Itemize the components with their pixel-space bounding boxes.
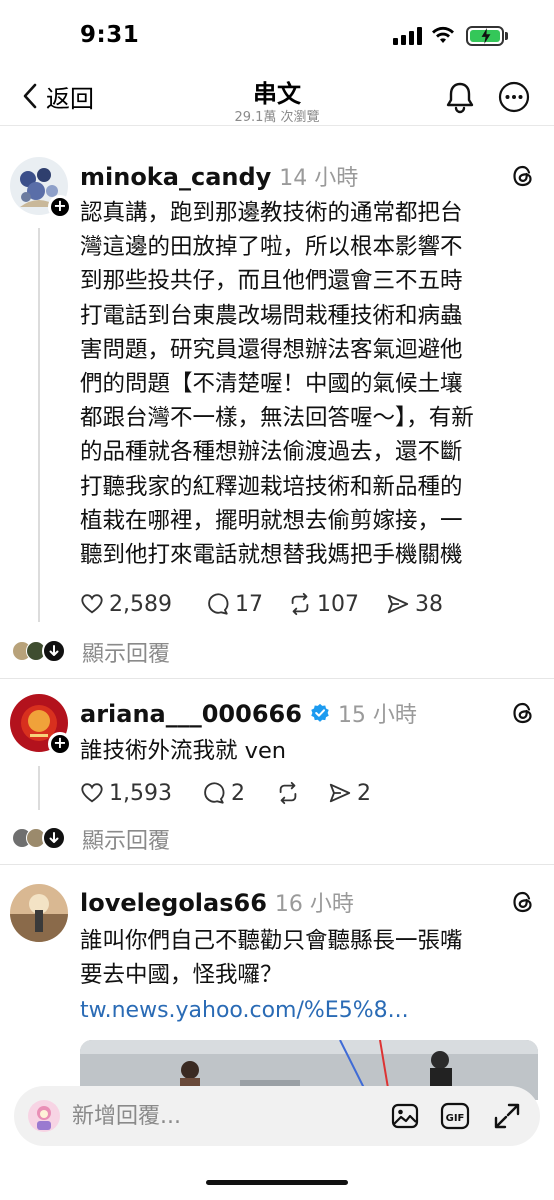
post-line: 的品種就各種想辦法偷渡過去，還不斷 <box>80 439 463 466</box>
show-replies-button[interactable]: 顯示回覆 <box>12 823 170 854</box>
repost-icon <box>279 781 297 805</box>
status-time: 9:31 <box>80 22 140 48</box>
svg-text:GIF: GIF <box>446 1113 465 1124</box>
notifications-button[interactable] <box>443 80 477 118</box>
share-button[interactable]: 2 <box>328 781 371 806</box>
show-replies-button[interactable]: 顯示回覆 <box>12 636 170 667</box>
like-count: 1,593 <box>109 780 172 806</box>
thread-header: 返回 串文 29.1萬 次瀏覽 <box>0 72 554 126</box>
post-header: ariana___000666 15 小時 <box>80 697 417 729</box>
share-count: 38 <box>415 591 443 617</box>
send-icon <box>387 594 409 614</box>
show-replies-label: 顯示回覆 <box>82 829 171 854</box>
post-line: 植栽在哪裡，擺明就想去偷剪嫁接，一 <box>80 507 463 534</box>
post-line: 要去中國，怪我囉？ <box>80 962 283 989</box>
share-button[interactable]: 38 <box>386 592 443 617</box>
article-link[interactable]: tw.news.yahoo.com/%E5%8... <box>80 998 409 1023</box>
avatar-container <box>10 884 68 942</box>
reply-avatars <box>12 639 68 663</box>
divider <box>0 678 554 679</box>
post-line: 誰叫你們自己不聽勸只會聽縣長一張嘴 <box>80 928 463 954</box>
post-time: 14 小時 <box>279 166 359 191</box>
username[interactable]: lovelegolas66 <box>80 889 267 917</box>
bell-icon <box>446 82 474 114</box>
avatar[interactable] <box>10 884 68 942</box>
like-count: 2,589 <box>109 591 172 617</box>
avatar-container: + <box>10 694 72 756</box>
follow-button[interactable]: + <box>48 195 72 219</box>
post-actions: 1,593 2 2 <box>80 778 371 808</box>
battery-icon <box>466 26 504 46</box>
cellular-signal-icon <box>393 27 423 45</box>
follow-button[interactable]: + <box>48 732 72 756</box>
threads-logo-icon[interactable] <box>510 889 536 915</box>
thread-line <box>38 228 40 622</box>
more-icon <box>498 81 530 113</box>
comment-button[interactable]: 17 <box>206 592 288 617</box>
post-body: 誰叫你們自己不聽勸只會聽縣長一張嘴 要去中國，怪我囉？ <box>80 924 540 992</box>
post-line: 害問題，研究員還得想辦法客氣迴避他 <box>80 336 463 363</box>
wifi-icon <box>432 26 454 43</box>
threads-logo-icon[interactable] <box>510 700 536 726</box>
send-icon <box>329 783 351 803</box>
repost-count: 107 <box>317 591 359 617</box>
post-time: 15 小時 <box>337 703 417 728</box>
repost-button[interactable] <box>276 781 328 805</box>
more-options-button[interactable] <box>497 80 531 118</box>
reply-input[interactable] <box>72 1098 372 1134</box>
post-actions: 2,589 17 107 38 <box>80 589 443 619</box>
status-bar: 9:31 <box>0 0 554 72</box>
battery-cap <box>505 32 508 40</box>
comment-count: 17 <box>235 591 263 617</box>
repost-icon <box>291 592 309 616</box>
repost-button[interactable]: 107 <box>288 592 386 617</box>
home-indicator <box>206 1180 348 1185</box>
post-body: 誰技術外流我就 ven <box>80 738 287 764</box>
comment-icon <box>204 782 225 804</box>
reply-avatars <box>12 826 68 850</box>
post-body: 認真講，跑到那邊教技術的通常都把台 灣這邊的田放掉了啦，所以根本影響不 到那些投… <box>80 196 540 572</box>
divider <box>0 864 554 865</box>
post-line: 們的問題【不清楚喔！中國的氣候土壤 <box>80 371 463 398</box>
thread-line <box>38 766 40 810</box>
chevron-down-icon <box>42 826 66 850</box>
avatar-container: + <box>10 157 72 219</box>
thread-post: lovelegolas66 16 小時 誰叫你們自己不聽勸只會聽縣長一張嘴 要去… <box>0 0 554 1100</box>
like-button[interactable]: 2,589 <box>80 592 206 617</box>
comment-count: 2 <box>231 780 245 806</box>
gif-icon[interactable]: GIF <box>440 1101 470 1131</box>
post-line: 都跟台灣不一樣，無法回答喔～】，有新 <box>80 405 474 432</box>
chevron-down-icon <box>42 639 66 663</box>
post-header: lovelegolas66 16 小時 <box>80 886 354 918</box>
heart-icon <box>81 783 103 803</box>
username[interactable]: ariana___000666 <box>80 700 302 728</box>
post-line: 到那些投共仔，而且他們還會三不五時 <box>80 268 463 295</box>
reply-composer: GIF <box>14 1086 540 1146</box>
show-replies-label: 顯示回覆 <box>82 642 171 667</box>
share-count: 2 <box>357 780 371 806</box>
username[interactable]: minoka_candy <box>80 163 271 191</box>
verified-badge-icon <box>311 703 329 722</box>
post-line: 灣這邊的田放掉了啦，所以根本影響不 <box>80 234 463 261</box>
expand-icon[interactable] <box>492 1101 522 1131</box>
post-line: 聽到他打來電話就想替我媽把手機關機 <box>80 542 463 569</box>
avatar <box>28 1100 60 1132</box>
heart-icon <box>81 594 103 614</box>
image-icon[interactable] <box>390 1101 420 1131</box>
post-time: 16 小時 <box>274 892 354 917</box>
comment-icon <box>208 593 229 615</box>
post-line: 打電話到台東農改場問栽種技術和病蟲 <box>80 302 463 329</box>
like-button[interactable]: 1,593 <box>80 781 202 806</box>
post-header: minoka_candy 14 小時 <box>80 160 358 192</box>
comment-button[interactable]: 2 <box>202 781 276 806</box>
threads-logo-icon[interactable] <box>510 163 536 189</box>
post-line: 打聽我家的紅釋迦栽培技術和新品種的 <box>80 473 463 500</box>
post-line: 認真講，跑到那邊教技術的通常都把台 <box>80 200 463 226</box>
